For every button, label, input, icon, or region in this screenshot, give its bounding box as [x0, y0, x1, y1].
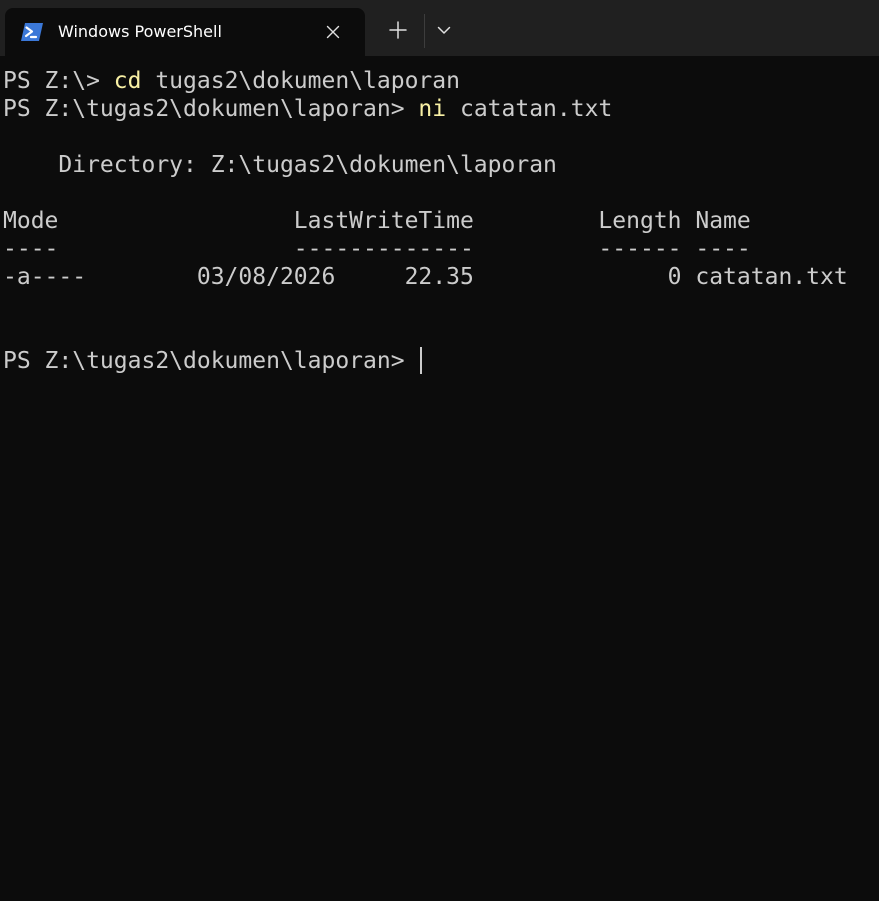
- prompt: PS Z:\>: [3, 68, 114, 94]
- directory-line: Directory: Z:\tugas2\dokumen\laporan: [3, 152, 557, 178]
- command-keyword: ni: [418, 96, 447, 122]
- tab-title: Windows PowerShell: [58, 22, 222, 41]
- tab-windows-powershell[interactable]: Windows PowerShell: [5, 8, 365, 56]
- table-separator: ---- ------------- ------ ----: [3, 236, 751, 262]
- terminal-window: Windows PowerShell PS Z:\> cd tugas2\dok…: [0, 0, 879, 901]
- tab-bar: Windows PowerShell: [0, 0, 879, 56]
- prompt: PS Z:\tugas2\dokumen\laporan>: [3, 96, 419, 122]
- command-args: tugas2\dokumen\laporan: [141, 68, 460, 94]
- powershell-icon: [20, 21, 44, 43]
- terminal-output[interactable]: PS Z:\> cd tugas2\dokumen\laporan PS Z:\…: [0, 56, 879, 901]
- prompt: PS Z:\tugas2\dokumen\laporan>: [3, 348, 419, 374]
- terminal-line-ni: PS Z:\tugas2\dokumen\laporan> ni catatan…: [3, 95, 879, 123]
- terminal-line-cd: PS Z:\> cd tugas2\dokumen\laporan: [3, 67, 879, 95]
- command-keyword: cd: [113, 68, 142, 94]
- plus-icon[interactable]: [380, 14, 416, 46]
- command-args: catatan.txt: [446, 96, 613, 122]
- table-row: -a---- 03/08/2026 22.35 0 catatan.txt: [3, 264, 848, 290]
- chevron-down-icon[interactable]: [428, 14, 460, 46]
- terminal-line-prompt: PS Z:\tugas2\dokumen\laporan>: [3, 347, 879, 375]
- tab-separator: [424, 14, 425, 48]
- close-icon[interactable]: [319, 18, 347, 46]
- text-cursor: [420, 347, 423, 374]
- table-header: Mode LastWriteTime Length Name: [3, 208, 751, 234]
